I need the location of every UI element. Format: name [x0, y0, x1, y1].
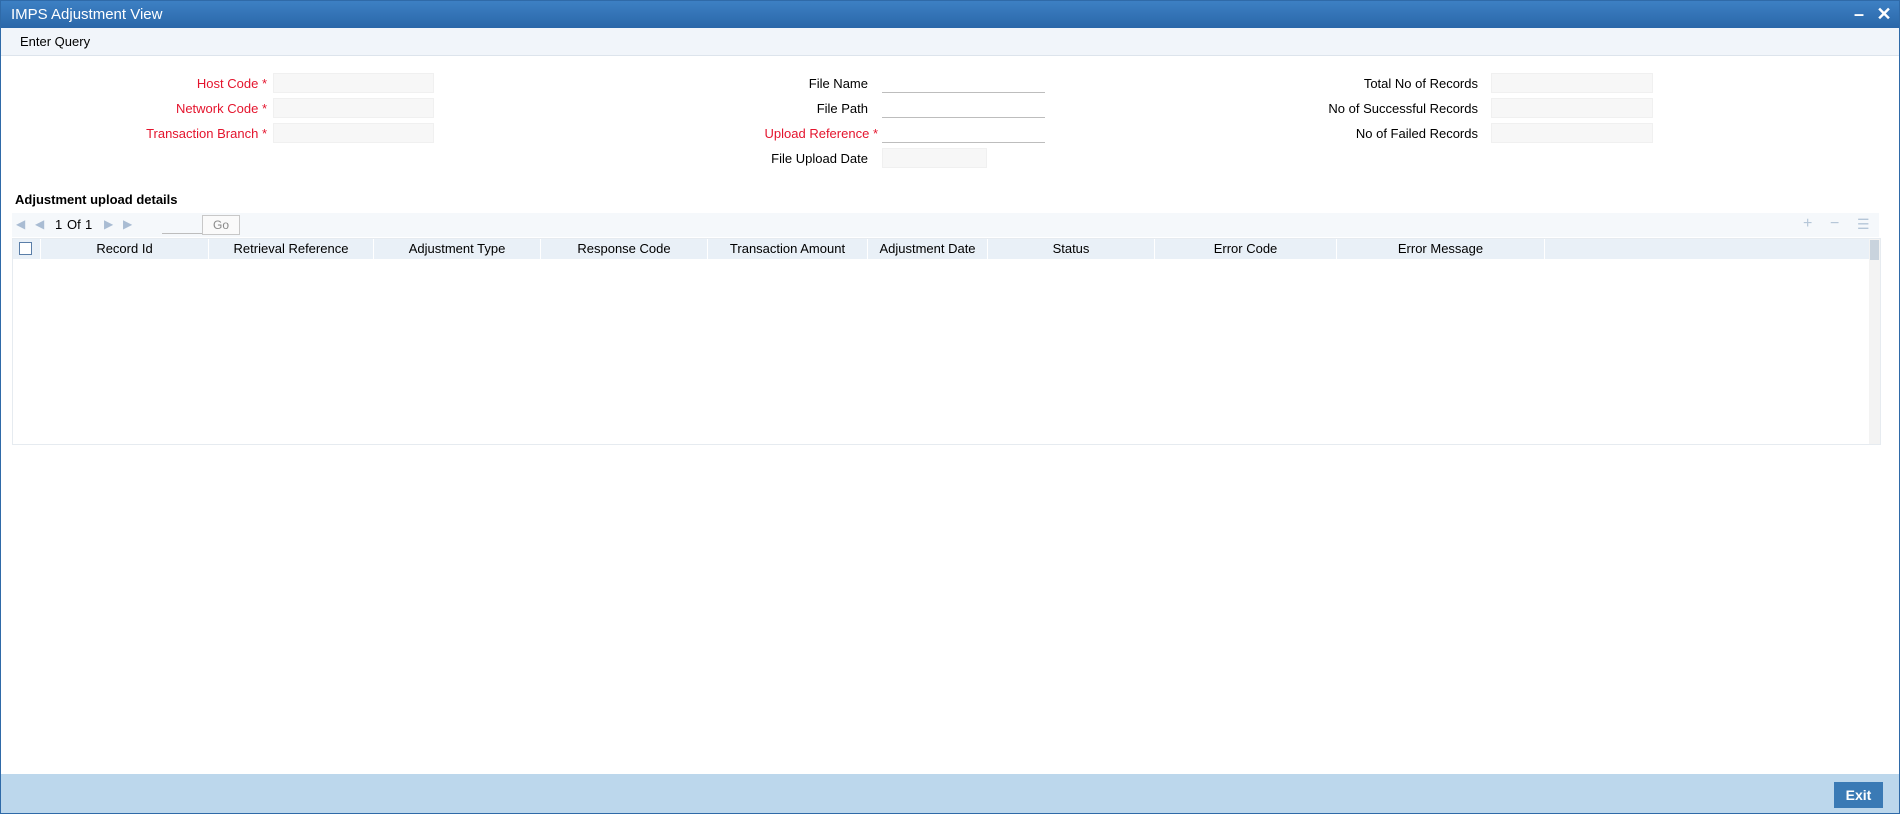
exit-button[interactable]: Exit — [1834, 782, 1883, 808]
transaction-branch-label: Transaction Branch * — [146, 126, 267, 141]
close-icon[interactable]: ✕ — [1874, 4, 1894, 24]
imps-adjustment-view-window: IMPS Adjustment View – ✕ Enter Query Hos… — [0, 0, 1900, 814]
menu-bar: Enter Query — [1, 28, 1899, 56]
enter-query-menu-item[interactable]: Enter Query — [20, 34, 90, 49]
column-header-response-code[interactable]: Response Code — [541, 239, 708, 259]
upload-reference-label: Upload Reference * — [764, 126, 878, 141]
file-name-label: File Name — [808, 76, 868, 91]
total-pages: 1 — [85, 217, 93, 232]
upload-reference-field[interactable] — [882, 123, 1045, 143]
successful-records-label: No of Successful Records — [1328, 101, 1478, 116]
transaction-branch-field[interactable] — [273, 123, 434, 143]
scrollbar-thumb[interactable] — [1870, 240, 1879, 260]
file-upload-date-field[interactable] — [882, 148, 987, 168]
column-header-error-code[interactable]: Error Code — [1155, 239, 1337, 259]
failed-records-field[interactable] — [1491, 123, 1653, 143]
minimize-icon[interactable]: – — [1849, 4, 1869, 24]
select-all-checkbox[interactable] — [19, 242, 32, 255]
host-code-field[interactable] — [273, 73, 434, 93]
total-records-label: Total No of Records — [1363, 76, 1478, 91]
column-header-retrieval-reference[interactable]: Retrieval Reference — [209, 239, 374, 259]
page-of-label: Of — [67, 217, 81, 232]
go-button[interactable]: Go — [202, 215, 240, 235]
column-header-error-message[interactable]: Error Message — [1337, 239, 1545, 259]
file-name-field[interactable] — [882, 73, 1045, 93]
column-header-adjustment-date[interactable]: Adjustment Date — [868, 239, 988, 259]
footer-bar: Exit — [1, 774, 1899, 813]
file-upload-date-label: File Upload Date — [771, 151, 868, 166]
column-header-status[interactable]: Status — [988, 239, 1155, 259]
grid-pager: ◀​ ◀ 1 Of 1 ▶ ▶ Go + − ☰ — [12, 213, 1879, 237]
current-page: 1 — [55, 217, 63, 232]
column-header-adjustment-type[interactable]: Adjustment Type — [374, 239, 541, 259]
previous-page-icon[interactable]: ◀ — [35, 217, 44, 231]
total-records-field[interactable] — [1491, 73, 1653, 93]
window-title: IMPS Adjustment View — [11, 6, 163, 23]
page-number-input[interactable] — [162, 215, 202, 234]
list-view-icon[interactable]: ☰ — [1857, 216, 1870, 233]
first-page-icon[interactable]: ◀​ — [16, 217, 25, 231]
failed-records-label: No of Failed Records — [1355, 126, 1478, 141]
adjustment-details-table: Record Id Retrieval Reference Adjustment… — [12, 238, 1881, 445]
table-header-row: Record Id Retrieval Reference Adjustment… — [13, 239, 1870, 259]
delete-row-icon[interactable]: − — [1830, 215, 1839, 233]
column-header-record-id[interactable]: Record Id — [41, 239, 209, 259]
adjustment-upload-details-title: Adjustment upload details — [15, 192, 178, 207]
column-header-transaction-amount[interactable]: Transaction Amount — [708, 239, 868, 259]
next-page-icon[interactable]: ▶ — [104, 217, 113, 231]
file-path-label: File Path — [816, 101, 868, 116]
select-all-column — [13, 239, 41, 259]
table-vertical-scrollbar[interactable] — [1869, 239, 1880, 444]
add-row-icon[interactable]: + — [1803, 215, 1812, 233]
file-path-field[interactable] — [882, 98, 1045, 118]
last-page-icon[interactable]: ▶ — [123, 217, 132, 231]
network-code-label: Network Code * — [175, 101, 267, 116]
successful-records-field[interactable] — [1491, 98, 1653, 118]
host-code-label: Host Code * — [196, 76, 267, 91]
network-code-field[interactable] — [273, 98, 434, 118]
title-bar: IMPS Adjustment View – ✕ — [1, 1, 1899, 28]
